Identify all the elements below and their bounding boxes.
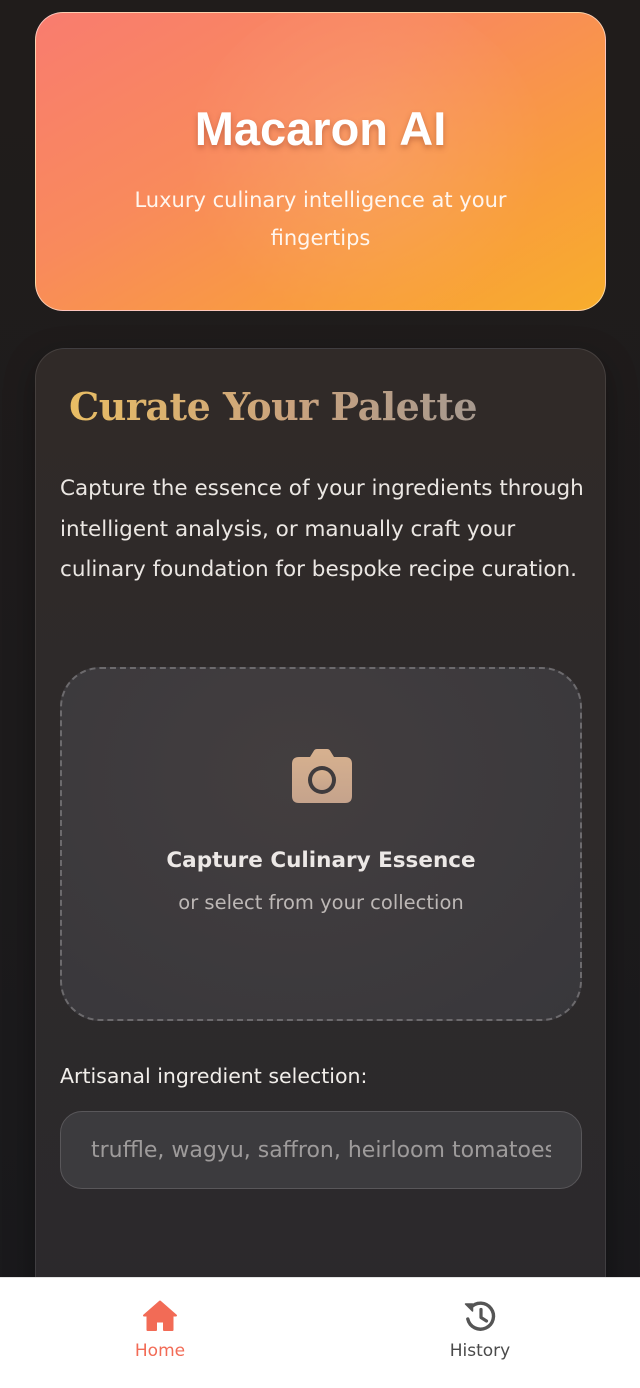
camera-icon xyxy=(292,749,352,803)
palette-title: Curate Your Palette xyxy=(69,379,478,435)
bottom-nav: Home History xyxy=(0,1277,640,1388)
ingredients-label: Artisanal ingredient selection: xyxy=(60,1064,368,1088)
ingredients-input[interactable] xyxy=(60,1111,582,1189)
home-icon xyxy=(143,1300,177,1331)
nav-history-label: History xyxy=(449,1341,511,1361)
nav-home[interactable]: Home xyxy=(60,1278,260,1388)
history-icon xyxy=(464,1301,496,1331)
palette-description: Capture the essence of your ingredients … xyxy=(60,476,584,582)
nav-home-label: Home xyxy=(134,1341,186,1361)
hero-banner: Macaron AI Luxury culinary intelligence … xyxy=(35,12,606,311)
photo-upload-zone[interactable]: Capture Culinary Essence or select from … xyxy=(60,667,582,1021)
upload-title: Capture Culinary Essence xyxy=(166,848,476,873)
app-title: Macaron AI xyxy=(194,102,447,155)
palette-card: Curate Your Palette Capture the essence … xyxy=(35,348,606,1348)
upload-subtitle: or select from your collection xyxy=(178,891,464,914)
app-tagline: Luxury culinary intelligence at your fin… xyxy=(134,188,507,250)
nav-history[interactable]: History xyxy=(380,1278,580,1388)
